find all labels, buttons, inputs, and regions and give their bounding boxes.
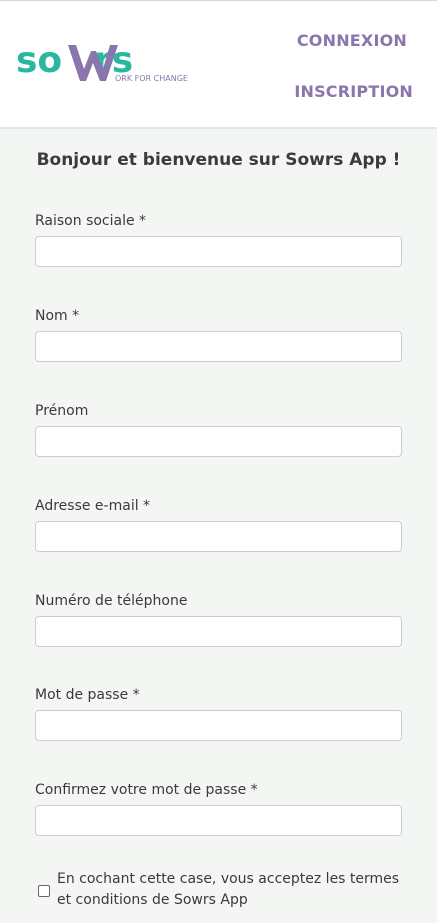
- confirm-password-input[interactable]: [35, 805, 402, 836]
- terms-checkbox[interactable]: [38, 885, 50, 897]
- logo-tagline: ORK FOR CHANGE: [115, 74, 188, 83]
- nom-input[interactable]: [35, 331, 402, 362]
- sowrs-logo[interactable]: so rs ORK FOR CHANGE: [16, 40, 198, 87]
- app-header: so rs ORK FOR CHANGE CONNEXION INSCRIPTI…: [0, 0, 437, 129]
- password-input[interactable]: [35, 710, 402, 741]
- field-password: Mot de passe *: [35, 685, 402, 741]
- field-confirm-password: Confirmez votre mot de passe *: [35, 780, 402, 836]
- sowrs-logo-graphic: so rs ORK FOR CHANGE: [16, 40, 188, 83]
- field-label: Mot de passe *: [35, 687, 140, 703]
- field-label: Nom *: [35, 308, 80, 324]
- svg-text:so: so: [16, 41, 62, 81]
- nav-inscription-link[interactable]: INSCRIPTION: [294, 82, 413, 101]
- raison-sociale-input[interactable]: [35, 236, 402, 267]
- field-prenom: Prénom: [35, 401, 402, 457]
- field-label: Raison sociale *: [35, 213, 147, 229]
- email-input[interactable]: [35, 521, 402, 552]
- field-telephone: Numéro de téléphone: [35, 591, 402, 647]
- field-label: Confirmez votre mot de passe *: [35, 782, 258, 798]
- nav-connexion-link[interactable]: CONNEXION: [297, 31, 407, 50]
- field-label: Numéro de téléphone: [35, 593, 188, 609]
- field-label: Adresse e-mail *: [35, 498, 151, 514]
- page-title: Bonjour et bienvenue sur Sowrs App !: [36, 150, 401, 170]
- terms-label: En cochant cette case, vous acceptez les…: [57, 871, 400, 908]
- field-nom: Nom *: [35, 306, 402, 362]
- field-label: Prénom: [35, 403, 89, 419]
- prenom-input[interactable]: [35, 426, 402, 457]
- field-raison-sociale: Raison sociale *: [35, 211, 402, 267]
- field-email: Adresse e-mail *: [35, 496, 402, 552]
- telephone-input[interactable]: [35, 616, 402, 647]
